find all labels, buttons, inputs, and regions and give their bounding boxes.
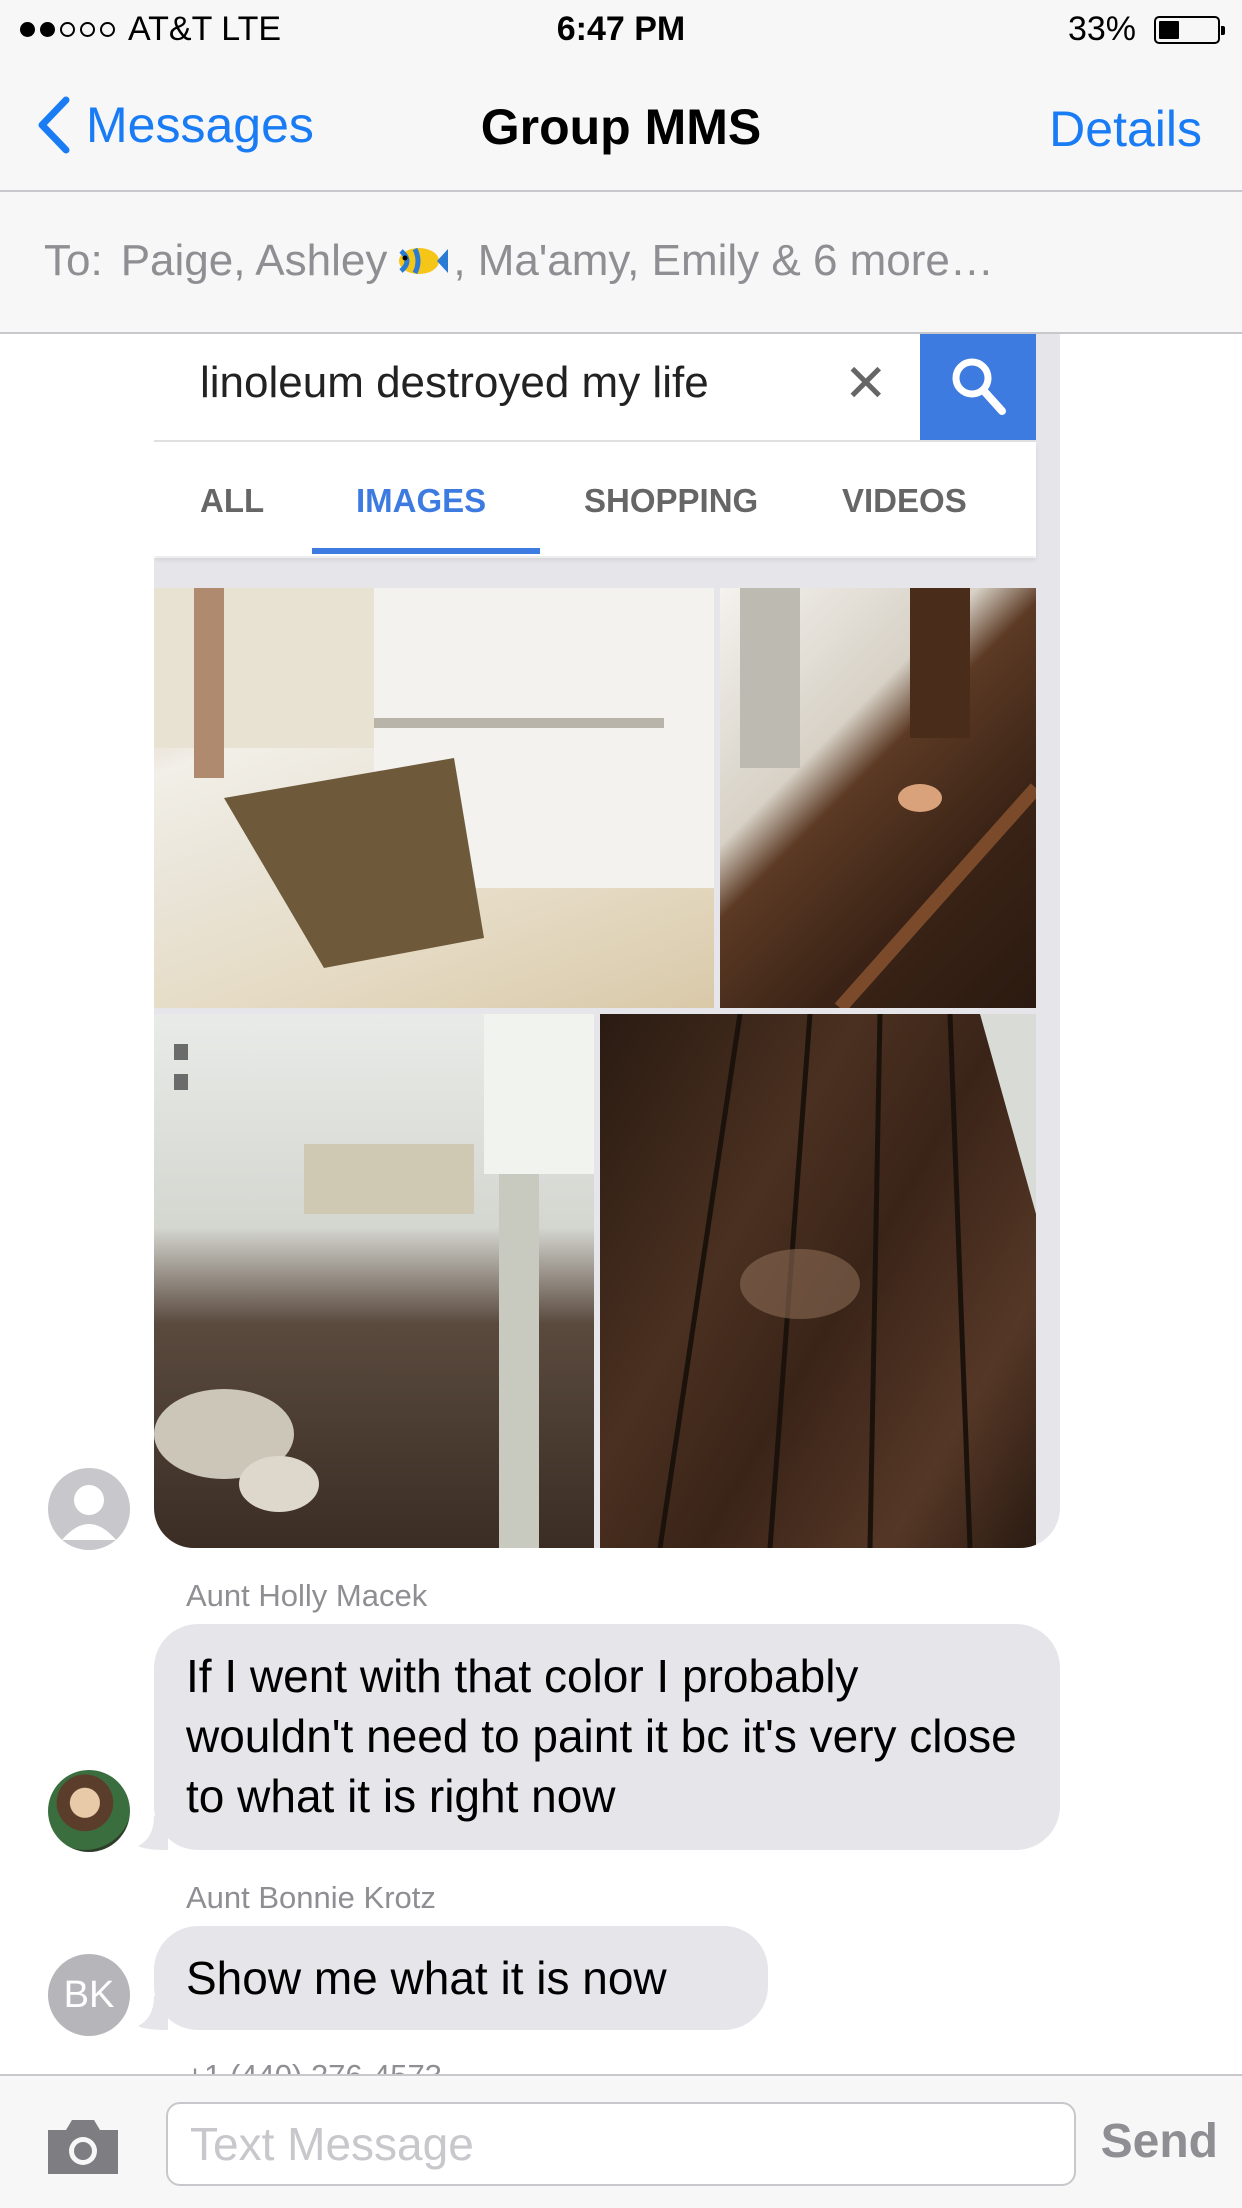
tab-all: ALL — [200, 482, 265, 519]
bubble-tail — [138, 1996, 168, 2030]
details-button[interactable]: Details — [1049, 100, 1202, 158]
message-text: If I went with that color I probably wou… — [186, 1650, 1017, 1822]
search-bar: linoleum destroyed my life ✕ — [154, 334, 1036, 442]
to-label: To: — [44, 236, 103, 285]
sender-name: Aunt Holly Macek — [186, 1578, 428, 1613]
tab-videos: VIDEOS — [842, 482, 967, 519]
person-placeholder-icon — [62, 1485, 116, 1540]
sender-name: Aunt Bonnie Krotz — [186, 1880, 436, 1915]
image-result-living-room — [154, 1014, 594, 1548]
search-tabs: ALL IMAGES SHOPPING VIDEOS — [154, 442, 1036, 556]
battery-percentage: 33% — [1067, 10, 1136, 48]
clear-icon: ✕ — [844, 355, 888, 413]
bubble-tail — [138, 1816, 168, 1850]
status-time: 6:47 PM — [556, 10, 686, 48]
active-tab-indicator — [312, 548, 540, 554]
sender-name: +1 (440) 276-4573 — [186, 2058, 442, 2074]
tab-shopping: SHOPPING — [584, 482, 759, 519]
image-message-bubble[interactable]: linoleum destroyed my life ✕ ALL IMAGES … — [154, 334, 1060, 1548]
image-result-table-leg — [720, 588, 1036, 1008]
send-button[interactable]: Send — [1101, 2114, 1218, 2169]
compose-bar: Send — [0, 2074, 1242, 2208]
recipients-bar[interactable]: To: Paige, Ashley , Ma'amy, Emily & 6 mo… — [0, 192, 1242, 334]
search-query: linoleum destroyed my life — [200, 358, 709, 407]
message-bubble[interactable]: Show me what it is now — [154, 1926, 768, 2030]
message-input-field[interactable] — [166, 2102, 1076, 2186]
message-list[interactable]: linoleum destroyed my life ✕ ALL IMAGES … — [0, 334, 1242, 2074]
message-bubble[interactable]: If I went with that color I probably wou… — [154, 1624, 1060, 1850]
search-icon — [952, 358, 1006, 415]
tab-images: IMAGES — [356, 482, 487, 519]
recipient-names-more: , Ma'amy, Emily & 6 more… — [453, 236, 994, 285]
tropical-fish-emoji-icon — [399, 247, 449, 275]
message-text: Show me what it is now — [186, 1952, 667, 2004]
status-bar: AT&T LTE 6:47 PM 33% — [0, 0, 1242, 62]
navigation-bar: Messages Group MMS Details — [0, 62, 1242, 192]
image-result-kitchen-floor — [154, 588, 714, 1008]
search-button — [920, 334, 1036, 440]
avatar[interactable] — [48, 1770, 130, 1852]
message-input[interactable] — [168, 2104, 1074, 2184]
battery-icon — [1154, 16, 1225, 44]
camera-icon[interactable] — [44, 2116, 122, 2176]
search-screenshot-header: linoleum destroyed my life ✕ ALL IMAGES … — [154, 334, 1036, 558]
image-result-wood-floor — [600, 1014, 1036, 1548]
avatar[interactable] — [48, 1468, 130, 1550]
avatar[interactable]: BK — [48, 1954, 130, 2036]
recipient-names: Paige, Ashley — [120, 236, 388, 285]
